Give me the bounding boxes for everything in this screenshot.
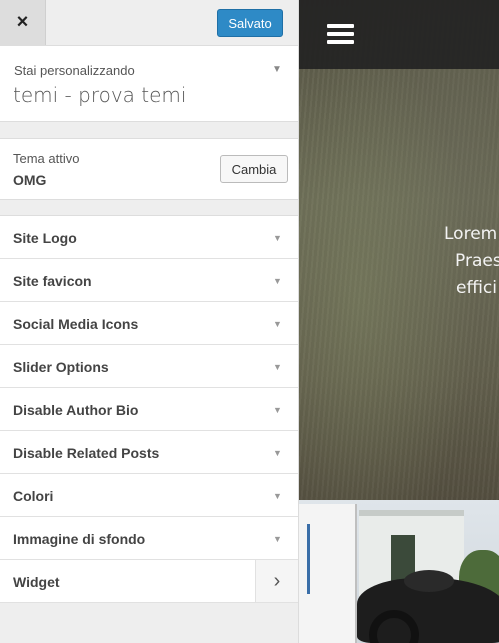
section-label: Colori	[13, 488, 54, 504]
site-title: temi - prova temi	[13, 83, 187, 107]
caret-down-icon: ▼	[273, 276, 282, 286]
customizer-sections: Site Logo ▼ Site favicon ▼ Social Media …	[0, 215, 298, 603]
section-label: Site favicon	[13, 273, 92, 289]
section-slider-options[interactable]: Slider Options ▼	[0, 345, 298, 388]
hero-text-line: Lorem	[444, 224, 498, 244]
section-label: Widget	[13, 574, 60, 590]
save-button[interactable]: Salvato	[217, 9, 283, 37]
motorcycle-tank-image-part	[404, 570, 454, 592]
caret-down-icon: ▼	[273, 319, 282, 329]
customizer-header: × Salvato	[0, 0, 298, 46]
section-site-logo[interactable]: Site Logo ▼	[0, 216, 298, 259]
section-widget[interactable]: Widget ›	[0, 560, 298, 603]
section-disable-related-posts[interactable]: Disable Related Posts ▼	[0, 431, 298, 474]
section-label: Disable Author Bio	[13, 402, 139, 418]
section-immagine-di-sfondo[interactable]: Immagine di sfondo ▼	[0, 517, 298, 560]
hero-text-line: Praes	[455, 251, 499, 271]
caret-down-icon: ▼	[273, 362, 282, 372]
change-theme-button[interactable]: Cambia	[220, 155, 288, 183]
section-social-media-icons[interactable]: Social Media Icons ▼	[0, 302, 298, 345]
section-label: Social Media Icons	[13, 316, 139, 332]
section-label: Disable Related Posts	[13, 445, 160, 461]
hero-background: Lorem Praes effici	[299, 0, 499, 500]
section-colori[interactable]: Colori ▼	[0, 474, 298, 517]
caret-down-icon: ▼	[273, 233, 282, 243]
active-theme-name: OMG	[13, 172, 47, 188]
hero-text-line: effici	[456, 278, 497, 298]
close-button[interactable]: ×	[0, 0, 46, 45]
section-label: Slider Options	[13, 359, 109, 375]
section-disable-author-bio[interactable]: Disable Author Bio ▼	[0, 388, 298, 431]
truck-image-part	[299, 504, 357, 643]
caret-down-icon: ▼	[273, 491, 282, 501]
site-preview: Lorem Praes effici	[299, 0, 499, 643]
chevron-right-icon[interactable]: ›	[255, 560, 298, 602]
hamburger-icon[interactable]	[327, 24, 354, 45]
section-label: Immagine di sfondo	[13, 531, 146, 547]
caret-down-icon[interactable]: ▼	[272, 64, 282, 75]
info-label: Stai personalizzando	[14, 63, 135, 78]
post-thumbnail-image[interactable]	[299, 500, 499, 643]
caret-down-icon: ▼	[273, 534, 282, 544]
customizer-sidebar: × Salvato Stai personalizzando temi - pr…	[0, 0, 299, 643]
preview-navbar	[299, 0, 499, 69]
section-label: Site Logo	[13, 230, 77, 246]
active-theme-panel: Tema attivo OMG Cambia	[0, 138, 298, 200]
section-site-favicon[interactable]: Site favicon ▼	[0, 259, 298, 302]
customizer-info-panel[interactable]: Stai personalizzando temi - prova temi ▼	[0, 46, 298, 122]
caret-down-icon: ▼	[273, 448, 282, 458]
caret-down-icon: ▼	[273, 405, 282, 415]
active-theme-label: Tema attivo	[13, 151, 80, 166]
